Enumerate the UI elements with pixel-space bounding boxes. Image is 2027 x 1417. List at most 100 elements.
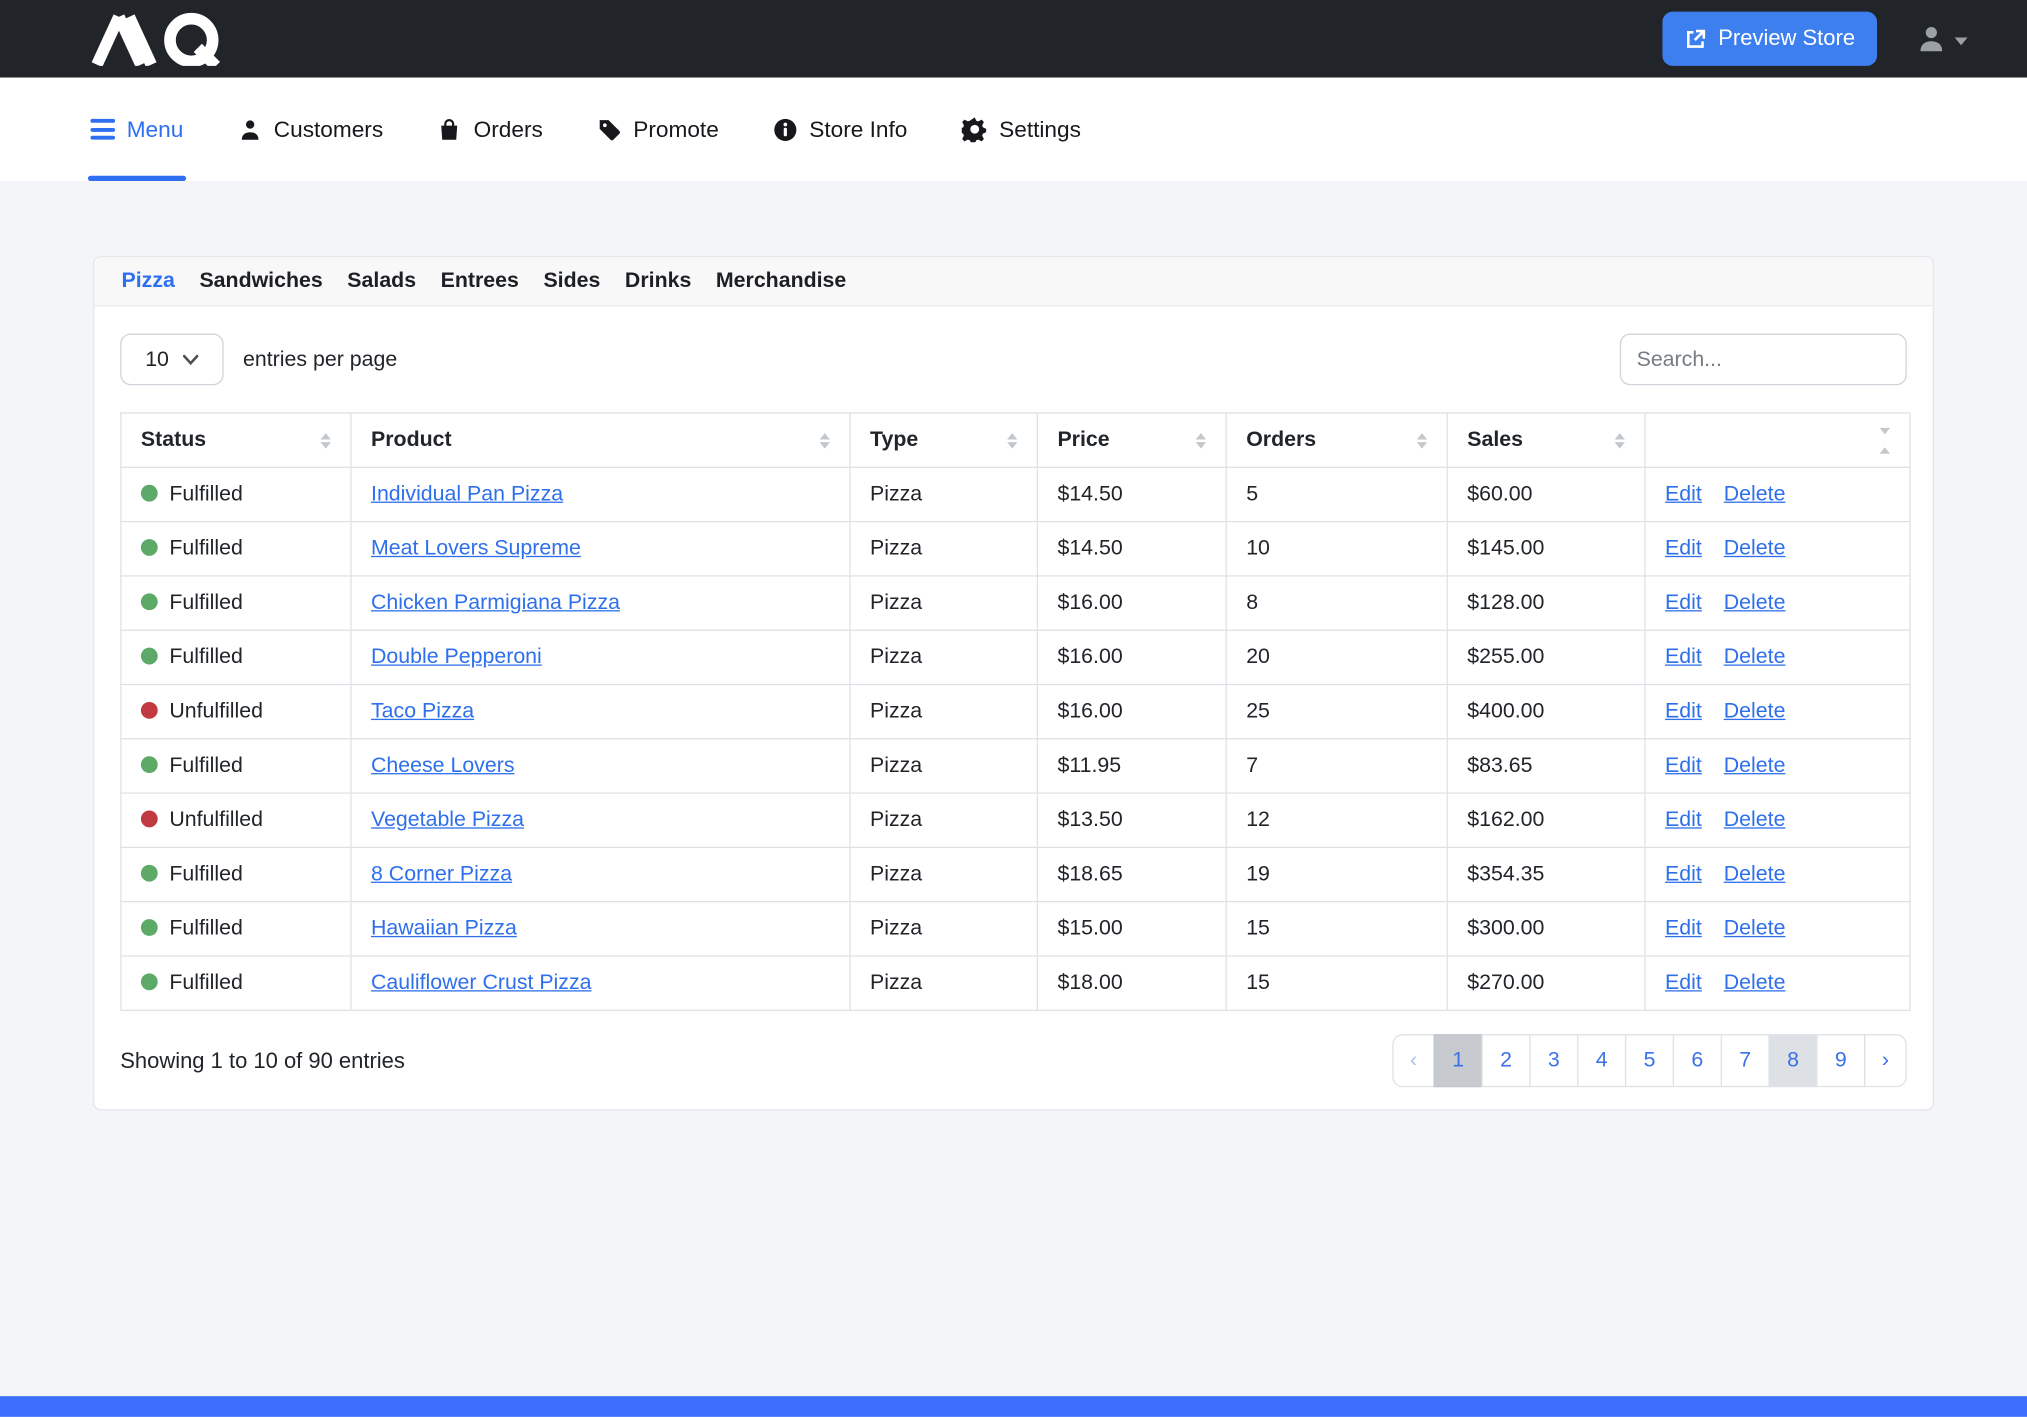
pagination-next-button[interactable]: › — [1864, 1034, 1907, 1087]
delete-link[interactable]: Delete — [1724, 808, 1786, 831]
nav-item-promote[interactable]: Promote — [597, 78, 719, 181]
tab-pizza[interactable]: Pizza — [122, 269, 175, 294]
status-dot-fulfilled — [141, 919, 158, 936]
type-cell: Pizza — [850, 739, 1037, 793]
delete-link[interactable]: Delete — [1724, 645, 1786, 668]
sales-cell: $255.00 — [1447, 630, 1645, 684]
column-header-type[interactable]: Type — [850, 413, 1037, 467]
status-dot-fulfilled — [141, 756, 158, 773]
brand-logo[interactable] — [90, 12, 235, 66]
edit-link[interactable]: Edit — [1665, 754, 1702, 777]
delete-link[interactable]: Delete — [1724, 917, 1786, 940]
price-cell: $11.95 — [1037, 739, 1226, 793]
tab-salads[interactable]: Salads — [347, 269, 416, 294]
entries-per-page-label: entries per page — [243, 347, 397, 372]
edit-link[interactable]: Edit — [1665, 808, 1702, 831]
orders-cell: 10 — [1226, 522, 1447, 576]
page-size-select[interactable]: 10 — [120, 334, 223, 386]
product-link[interactable]: Cheese Lovers — [371, 754, 514, 777]
pagination-page-8[interactable]: 8 — [1768, 1034, 1817, 1087]
column-header-product[interactable]: Product — [351, 413, 850, 467]
product-link[interactable]: Chicken Parmigiana Pizza — [371, 591, 620, 614]
product-link[interactable]: Vegetable Pizza — [371, 808, 524, 831]
status-cell: Fulfilled — [121, 956, 351, 1010]
edit-link[interactable]: Edit — [1665, 536, 1702, 559]
nav-item-label: Customers — [274, 116, 383, 143]
column-header-status[interactable]: Status — [121, 413, 351, 467]
edit-link[interactable]: Edit — [1665, 917, 1702, 940]
type-cell: Pizza — [850, 522, 1037, 576]
tab-entrees[interactable]: Entrees — [441, 269, 519, 294]
products-table: Status Product Type Price Orders Sales F… — [120, 412, 1910, 1011]
delete-link[interactable]: Delete — [1724, 591, 1786, 614]
edit-link[interactable]: Edit — [1665, 482, 1702, 505]
column-header-price[interactable]: Price — [1037, 413, 1226, 467]
pagination-page-6[interactable]: 6 — [1673, 1034, 1722, 1087]
nav-item-customers[interactable]: Customers — [238, 78, 384, 181]
product-link[interactable]: Taco Pizza — [371, 699, 474, 722]
page-size-value: 10 — [145, 347, 169, 372]
main-nav: Menu Customers Orders Promote — [0, 78, 2027, 181]
type-cell: Pizza — [850, 467, 1037, 521]
sort-icon — [1417, 432, 1427, 448]
delete-link[interactable]: Delete — [1724, 971, 1786, 994]
product-link[interactable]: Hawaiian Pizza — [371, 917, 517, 940]
table-row: Fulfilled Cheese Lovers Pizza $11.95 7 $… — [121, 739, 1910, 793]
column-header-actions[interactable] — [1645, 413, 1910, 467]
column-header-orders[interactable]: Orders — [1226, 413, 1447, 467]
status-dot-fulfilled — [141, 648, 158, 665]
user-menu-toggle[interactable] — [1916, 23, 1968, 54]
pagination-page-3[interactable]: 3 — [1529, 1034, 1578, 1087]
price-cell: $14.50 — [1037, 522, 1226, 576]
sort-icon — [1007, 432, 1017, 448]
price-cell: $14.50 — [1037, 467, 1226, 521]
delete-link[interactable]: Delete — [1724, 862, 1786, 885]
edit-link[interactable]: Edit — [1665, 591, 1702, 614]
delete-link[interactable]: Delete — [1724, 482, 1786, 505]
product-link[interactable]: Meat Lovers Supreme — [371, 536, 581, 559]
pagination-page-7[interactable]: 7 — [1721, 1034, 1770, 1087]
gear-icon — [962, 116, 988, 142]
nav-item-settings[interactable]: Settings — [962, 78, 1081, 181]
product-link[interactable]: Double Pepperoni — [371, 645, 542, 668]
status-dot-fulfilled — [141, 865, 158, 882]
type-cell: Pizza — [850, 847, 1037, 901]
tab-sides[interactable]: Sides — [543, 269, 600, 294]
product-link[interactable]: Individual Pan Pizza — [371, 482, 563, 505]
pagination-page-5[interactable]: 5 — [1625, 1034, 1674, 1087]
info-circle-icon — [773, 117, 798, 142]
tab-merchandise[interactable]: Merchandise — [716, 269, 846, 294]
type-cell: Pizza — [850, 793, 1037, 847]
pagination-page-9[interactable]: 9 — [1816, 1034, 1865, 1087]
edit-link[interactable]: Edit — [1665, 862, 1702, 885]
status-cell: Fulfilled — [121, 467, 351, 521]
tab-drinks[interactable]: Drinks — [625, 269, 691, 294]
category-tabs: Pizza Sandwiches Salads Entrees Sides Dr… — [94, 257, 1932, 306]
status-cell: Fulfilled — [121, 630, 351, 684]
sort-icon — [321, 432, 331, 448]
preview-store-button[interactable]: Preview Store — [1663, 12, 1877, 66]
nav-item-store-info[interactable]: Store Info — [773, 78, 907, 181]
delete-link[interactable]: Delete — [1724, 754, 1786, 777]
sales-cell: $300.00 — [1447, 902, 1645, 956]
pagination-page-2[interactable]: 2 — [1481, 1034, 1530, 1087]
nav-item-orders[interactable]: Orders — [437, 78, 542, 181]
delete-link[interactable]: Delete — [1724, 536, 1786, 559]
tab-sandwiches[interactable]: Sandwiches — [199, 269, 322, 294]
delete-link[interactable]: Delete — [1724, 699, 1786, 722]
column-header-sales[interactable]: Sales — [1447, 413, 1645, 467]
pagination-prev-button[interactable]: ‹ — [1392, 1034, 1435, 1087]
edit-link[interactable]: Edit — [1665, 699, 1702, 722]
edit-link[interactable]: Edit — [1665, 645, 1702, 668]
search-input[interactable] — [1620, 334, 1907, 386]
pagination-page-4[interactable]: 4 — [1577, 1034, 1626, 1087]
nav-item-menu[interactable]: Menu — [90, 78, 183, 181]
orders-cell: 12 — [1226, 793, 1447, 847]
pagination-page-1[interactable]: 1 — [1434, 1034, 1483, 1087]
product-link[interactable]: Cauliflower Crust Pizza — [371, 971, 591, 994]
status-dot-unfulfilled — [141, 702, 158, 719]
price-cell: $13.50 — [1037, 793, 1226, 847]
edit-link[interactable]: Edit — [1665, 971, 1702, 994]
product-link[interactable]: 8 Corner Pizza — [371, 862, 512, 885]
external-link-icon — [1685, 28, 1707, 50]
